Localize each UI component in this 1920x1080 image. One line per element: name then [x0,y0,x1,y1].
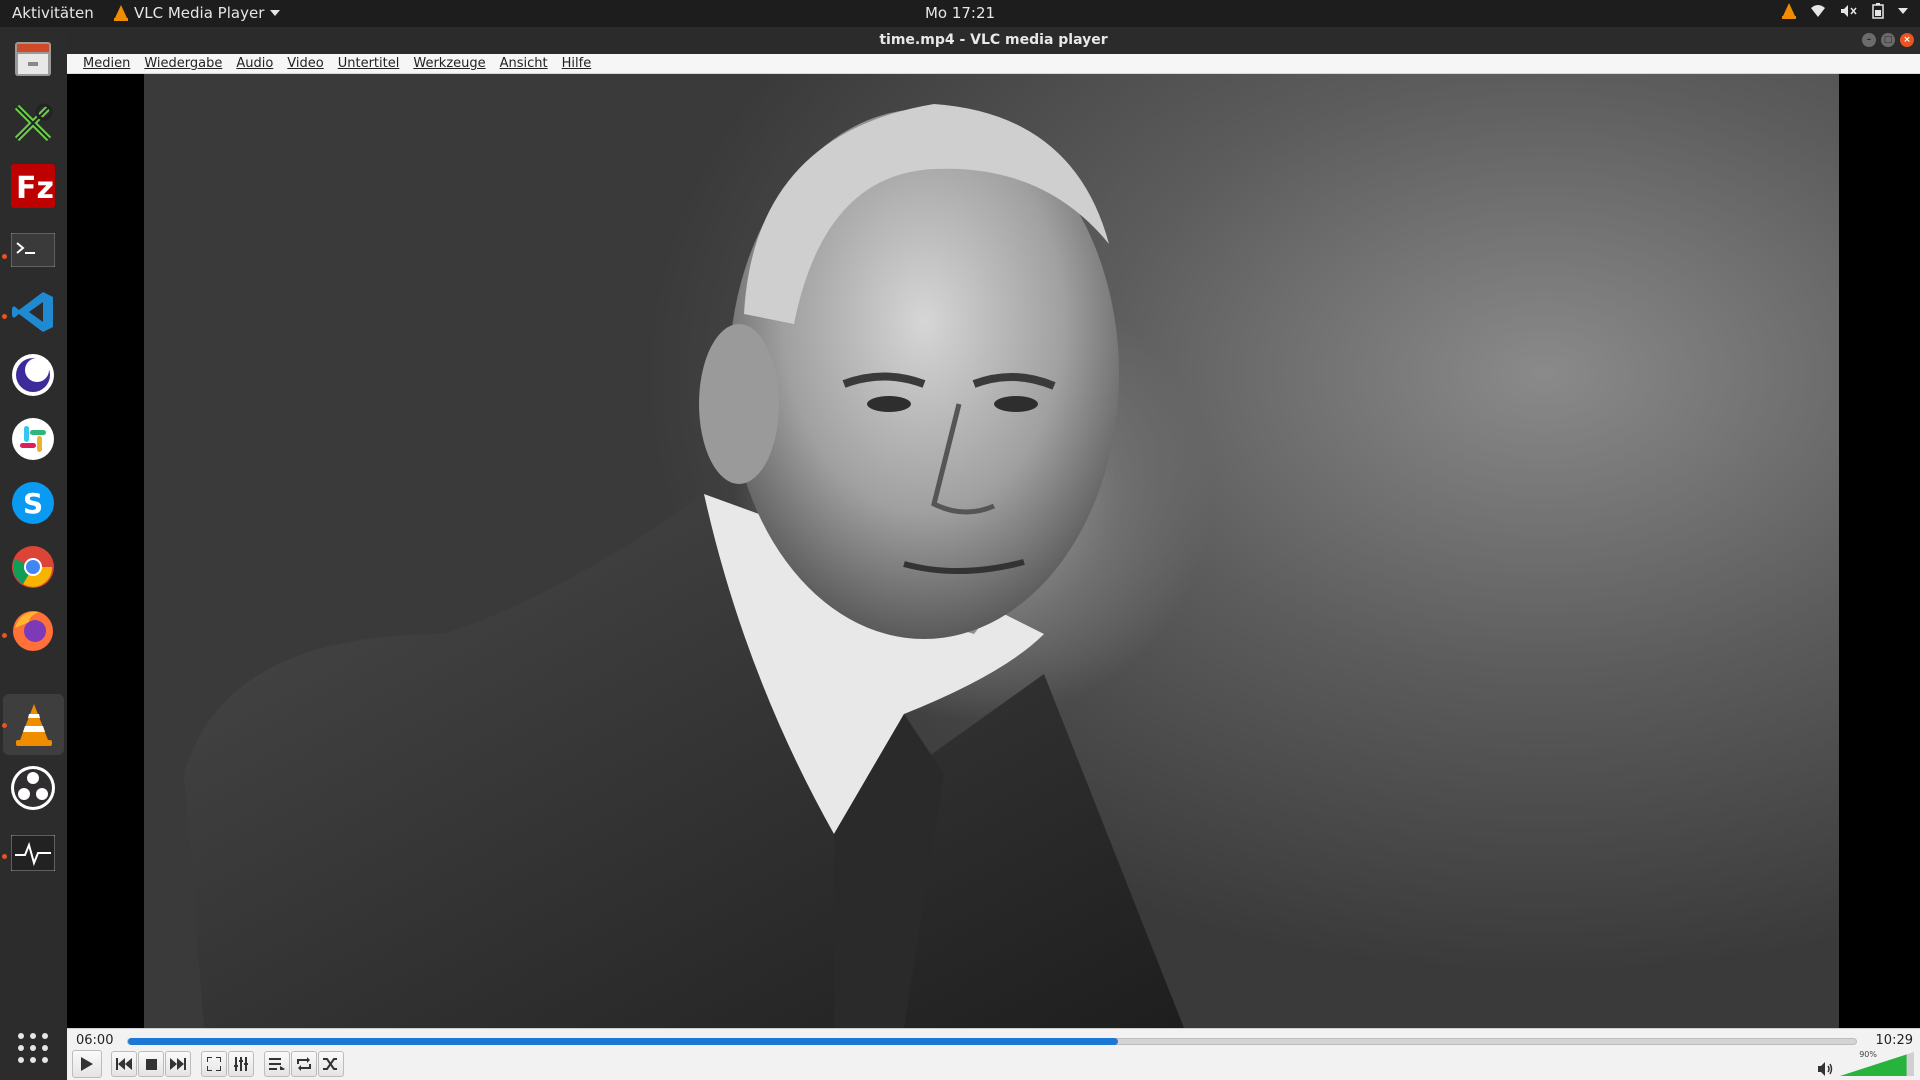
volume-muted-icon [1841,5,1857,17]
system-monitor-icon [11,835,55,871]
app-menu[interactable]: VLC Media Player [114,4,281,22]
equalizer-icon [234,1057,248,1071]
dock-item-files[interactable] [8,34,58,84]
dock-item-tools[interactable] [8,98,58,148]
play-icon [81,1057,93,1071]
dock-item-terminal[interactable] [8,225,58,275]
playlist-icon [269,1058,285,1070]
play-button[interactable] [72,1050,102,1078]
wifi-icon [1811,5,1825,17]
menu-playback[interactable]: Wiedergabe [137,54,229,73]
dock-item-system-monitor[interactable] [8,828,58,878]
dock-item-chrome[interactable] [8,542,58,592]
battery-icon [1872,3,1884,19]
filezilla-icon: Fz [11,164,55,208]
fullscreen-button[interactable] [201,1051,227,1077]
running-indicator [2,633,7,638]
system-tray[interactable] [1782,3,1908,19]
menu-media[interactable]: Medien [76,54,137,73]
elapsed-time[interactable]: 06:00 [76,1033,113,1048]
dock-item-vscode[interactable] [8,287,58,337]
shuffle-icon [323,1058,337,1070]
app-menu-label: VLC Media Player [134,4,265,22]
playback-controls: 06:00 10:29 90% [67,1028,1920,1080]
window-title: time.mp4 - VLC media player [879,32,1108,48]
minimize-button[interactable]: – [1862,33,1876,47]
playlist-button[interactable] [264,1051,290,1077]
minimize-icon: – [1866,34,1872,45]
running-indicator [2,723,7,728]
seek-bar-fill [128,1038,1119,1045]
dock-item-firefox[interactable] [8,605,58,655]
volume-percent: 90% [1859,1050,1877,1059]
file-cabinet-icon [15,42,51,76]
vlc-cone-icon [15,703,52,746]
activities-button[interactable]: Aktivitäten [12,4,94,22]
vlc-cone-icon [114,5,128,21]
chrome-icon [12,546,54,588]
menu-video[interactable]: Video [280,54,330,73]
menu-subtitle[interactable]: Untertitel [331,54,407,73]
loop-button[interactable] [291,1051,317,1077]
close-button[interactable]: × [1900,33,1914,47]
seek-bar[interactable] [127,1038,1857,1045]
video-area[interactable] [67,74,1920,1028]
skip-forward-icon [170,1058,186,1070]
clock[interactable]: Mo 17:21 [925,4,995,22]
menu-audio[interactable]: Audio [229,54,280,73]
fullscreen-icon [207,1057,221,1071]
tools-icon [14,103,53,142]
video-frame [144,74,1839,1028]
dock-item-show-apps[interactable] [8,1023,58,1073]
terminal-icon [11,233,55,267]
gnome-top-bar: Aktivitäten VLC Media Player Mo 17:21 [0,0,1920,27]
dock: Fz S [0,27,67,1080]
loop-icon [297,1057,311,1071]
vscode-icon [12,292,53,332]
volume-control[interactable]: 90% [1818,1050,1914,1076]
running-indicator [2,854,7,859]
menu-help[interactable]: Hilfe [555,54,599,73]
maximize-button[interactable]: □ [1881,33,1895,47]
dock-item-obs[interactable] [8,763,58,813]
extended-settings-button[interactable] [228,1051,254,1077]
firefox-icon [13,611,53,651]
previous-button[interactable] [111,1051,137,1077]
window-titlebar[interactable]: time.mp4 - VLC media player – □ × [67,27,1920,54]
volume-slider[interactable] [1840,1052,1914,1076]
running-indicator [2,314,7,319]
vlc-tray-icon[interactable] [1782,3,1796,19]
system-menu-chevron-icon [1898,8,1908,14]
skip-back-icon [116,1058,132,1070]
portrait-photo [184,104,1184,1028]
dock-item-moon[interactable] [8,350,58,400]
close-icon: × [1903,34,1911,45]
obs-icon [11,766,55,810]
running-indicator [2,254,7,259]
dock-item-vlc[interactable] [3,694,64,755]
next-button[interactable] [165,1051,191,1077]
moon-icon [12,354,54,396]
menu-view[interactable]: Ansicht [493,54,555,73]
skype-icon: S [12,482,54,524]
dock-item-skype[interactable]: S [8,478,58,528]
app-grid-icon [18,1033,48,1063]
svg-text:Fz: Fz [16,171,54,206]
shuffle-button[interactable] [318,1051,344,1077]
dock-item-filezilla[interactable]: Fz [8,161,58,211]
menu-bar: Medien Wiedergabe Audio Video Untertitel… [67,54,1920,74]
total-time[interactable]: 10:29 [1876,1033,1913,1048]
dock-item-slack[interactable] [8,414,58,464]
chevron-down-icon [270,10,281,16]
speaker-icon[interactable] [1818,1062,1834,1076]
stop-button[interactable] [138,1051,164,1077]
svg-text:S: S [23,487,43,520]
maximize-icon: □ [1883,34,1893,45]
menu-tools[interactable]: Werkzeuge [406,54,492,73]
stop-icon [145,1058,157,1070]
slack-icon [12,418,54,460]
